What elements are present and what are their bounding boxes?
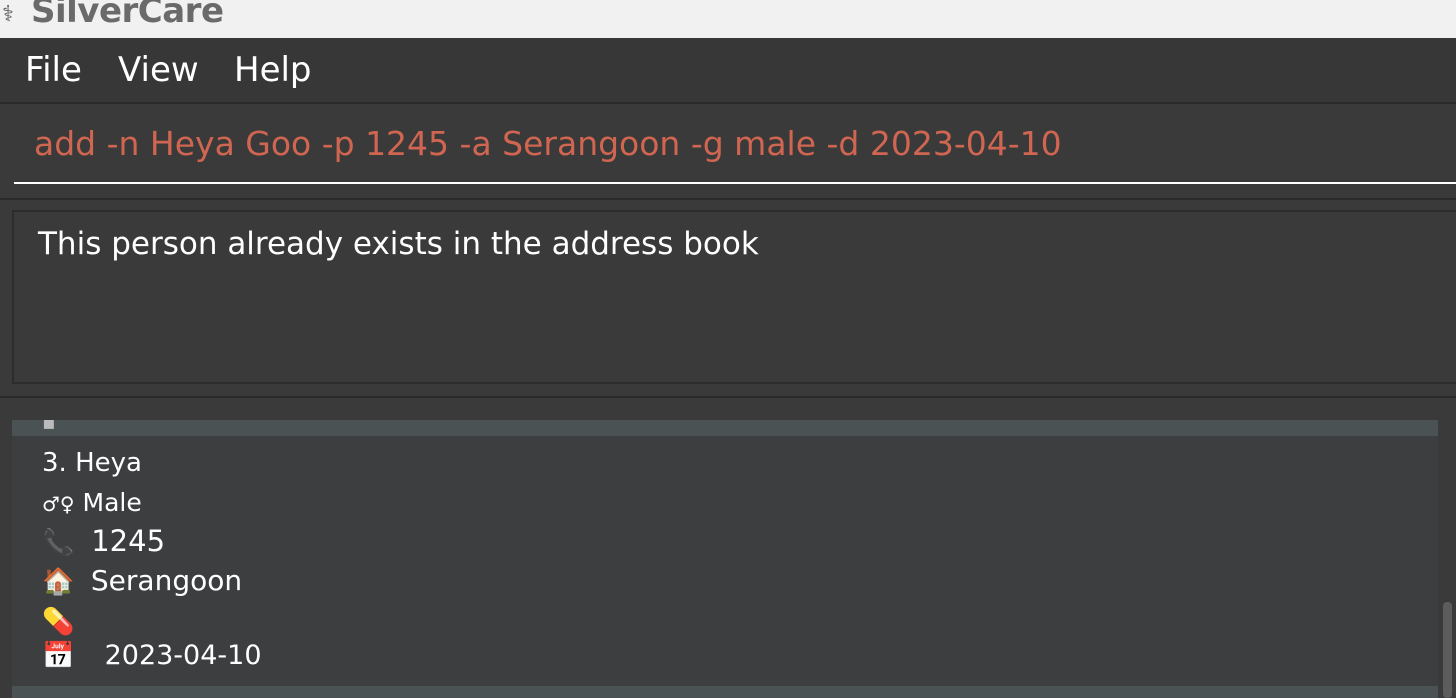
person-address: Serangoon [90, 564, 243, 597]
gender-icon: ♂♀ [42, 492, 75, 516]
menu-bar: File View Help [0, 38, 1456, 104]
person-index: 3. [42, 448, 67, 478]
menu-view[interactable]: View [118, 50, 199, 90]
command-input[interactable] [14, 104, 1456, 184]
person-date: 2023-04-10 [104, 640, 262, 671]
phone-row: 📞 1245 [42, 524, 165, 558]
calendar-icon: 📅 [42, 641, 75, 671]
address-row: 🏠 Serangoon [42, 564, 242, 597]
title-bar: ⚕ SilverCare [0, 0, 1456, 38]
house-icon: 🏠 [42, 567, 75, 597]
pill-icon: 💊 [42, 607, 75, 637]
result-display: This person already exists in the addres… [12, 210, 1456, 384]
medication-row: 💊 [42, 604, 82, 637]
person-header: 3. Heya [42, 448, 142, 478]
person-card[interactable]: 3. Heya ♂♀ Male 📞 1245 🏠 Serangoon 💊 📅 2… [12, 436, 1438, 684]
menu-file[interactable]: File [25, 50, 82, 90]
next-person-card[interactable] [12, 686, 1438, 698]
person-phone: 1245 [91, 524, 166, 558]
result-message: This person already exists in the addres… [38, 226, 759, 262]
result-panel: This person already exists in the addres… [0, 200, 1456, 398]
person-list[interactable]: ▪ 3. Heya ♂♀ Male 📞 1245 🏠 Serangoon 💊 📅… [12, 420, 1438, 698]
menu-help[interactable]: Help [234, 50, 312, 90]
gender-row: ♂♀ Male [42, 488, 142, 517]
previous-person-card[interactable]: ▪ [12, 420, 1438, 436]
caduceus-icon: ⚕ [2, 2, 14, 27]
phone-icon: 📞 [42, 528, 75, 558]
person-name: Heya [75, 448, 142, 478]
scrollbar-thumb[interactable] [1443, 602, 1452, 698]
person-list-panel: ▪ 3. Heya ♂♀ Male 📞 1245 🏠 Serangoon 💊 📅… [0, 398, 1456, 698]
command-box [0, 104, 1456, 200]
app-title: SilverCare [31, 0, 224, 31]
calendar-icon: ▪ [42, 420, 56, 434]
date-row: 📅 2023-04-10 [42, 640, 262, 671]
person-gender: Male [82, 488, 142, 517]
